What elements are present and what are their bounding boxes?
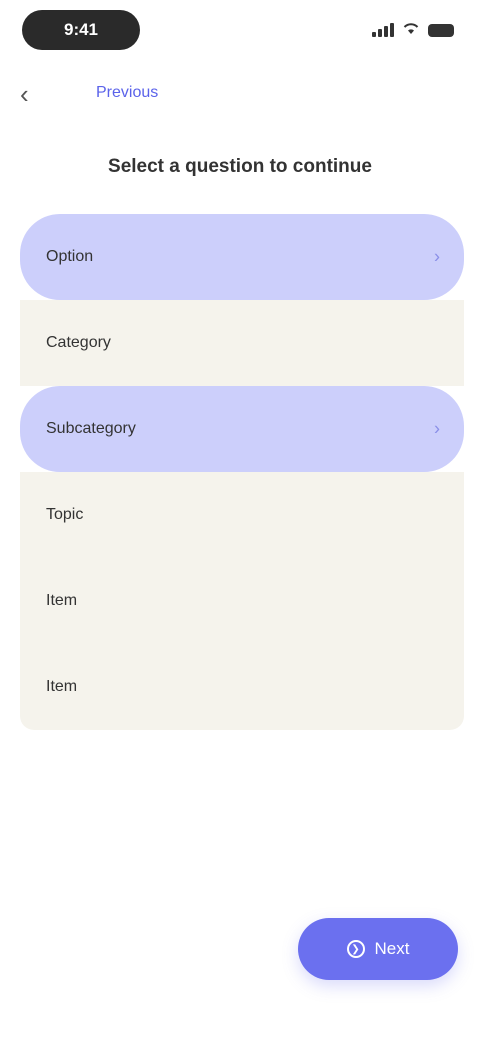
option-item[interactable]: Topic [20,472,464,558]
option-item[interactable]: Subcategory › [20,386,464,472]
status-icons [372,20,454,40]
option-label: Subcategory [46,420,136,437]
chevron-right-icon: › [434,418,440,439]
option-item[interactable]: Item [20,644,464,730]
screen: 9:41 ‹ Previous Select a question to con… [0,0,480,1040]
nav-link[interactable]: Previous [96,84,158,102]
option-item[interactable]: Category [20,300,464,386]
option-item[interactable]: Item [20,558,464,644]
option-label: Topic [46,506,84,523]
status-time: 9:41 [22,10,140,50]
next-button[interactable]: ❯ Next [298,918,458,980]
status-bar: 9:41 [0,0,480,64]
chevron-right-icon: › [434,246,440,267]
arrow-icon: ❯ [346,940,365,958]
option-label: Category [46,334,111,351]
options-list: Option › Category Subcategory › Topic It… [20,214,464,730]
option-label: Option [46,248,94,265]
battery-icon [428,23,454,37]
option-label: Item [46,678,78,695]
back-button[interactable]: ‹ [20,78,60,110]
option-label: Item [46,592,78,609]
page-title: Select a question to continue [108,156,372,177]
nav-row: ‹ Previous [0,74,480,114]
signal-icon [372,23,394,37]
option-item[interactable]: Option › [20,214,464,300]
next-button-label: Next [374,939,410,958]
chevron-left-icon: ‹ [20,78,29,109]
wifi-icon [402,21,420,40]
